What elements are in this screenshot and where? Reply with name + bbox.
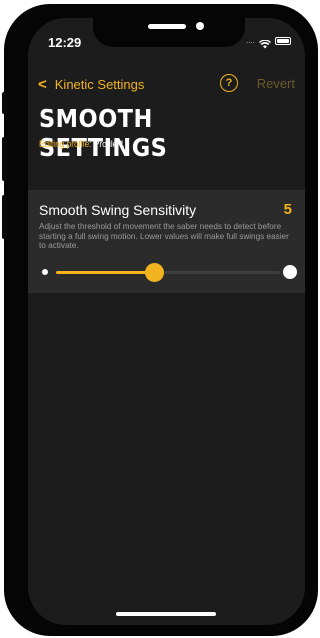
nav-bar: < Kinetic Settings ? Revert <box>28 74 305 96</box>
volume-up-button <box>2 137 7 181</box>
revert-button[interactable]: Revert <box>257 76 295 91</box>
question-circle-icon[interactable]: ? <box>220 74 238 92</box>
slider-min-icon <box>42 269 48 275</box>
speaker <box>148 24 186 29</box>
back-label: Kinetic Settings <box>54 77 145 92</box>
setting-value: 5 <box>283 201 292 218</box>
setting-card: Smooth Swing Sensitivity 5 Adjust the th… <box>28 190 305 293</box>
slider-thumb[interactable] <box>145 263 165 282</box>
sensitivity-slider[interactable] <box>42 261 297 285</box>
wifi-icon <box>259 36 271 49</box>
slider-max-icon <box>283 265 297 279</box>
volume-down-button <box>2 195 7 239</box>
setting-title: Smooth Swing Sensitivity <box>39 202 197 218</box>
profile-value: Profile 1 <box>93 139 125 149</box>
back-button[interactable]: < Kinetic Settings <box>38 76 144 93</box>
page-title: SMOOTH SETTINGS <box>39 104 168 162</box>
screen: 12:29 .... < Kinetic Settings ? Revert S… <box>28 18 305 625</box>
home-indicator[interactable] <box>116 612 216 616</box>
setting-description: Adjust the threshold of movement the sab… <box>39 222 289 250</box>
camera-icon <box>196 22 204 30</box>
slider-track[interactable] <box>56 263 280 282</box>
chevron-left-icon: < <box>38 76 47 93</box>
profile-label: Editing profile: <box>39 139 92 149</box>
notch <box>93 18 245 47</box>
profile-indicator: Editing profile: Profile 1 <box>39 139 124 149</box>
slider-fill <box>56 271 155 274</box>
battery-icon <box>275 36 291 45</box>
silent-switch <box>2 92 7 114</box>
status-time: 12:29 <box>48 35 82 50</box>
signal-icon: .... <box>246 36 255 45</box>
phone-frame: 12:29 .... < Kinetic Settings ? Revert S… <box>2 4 318 636</box>
status-icons: .... <box>246 36 291 49</box>
